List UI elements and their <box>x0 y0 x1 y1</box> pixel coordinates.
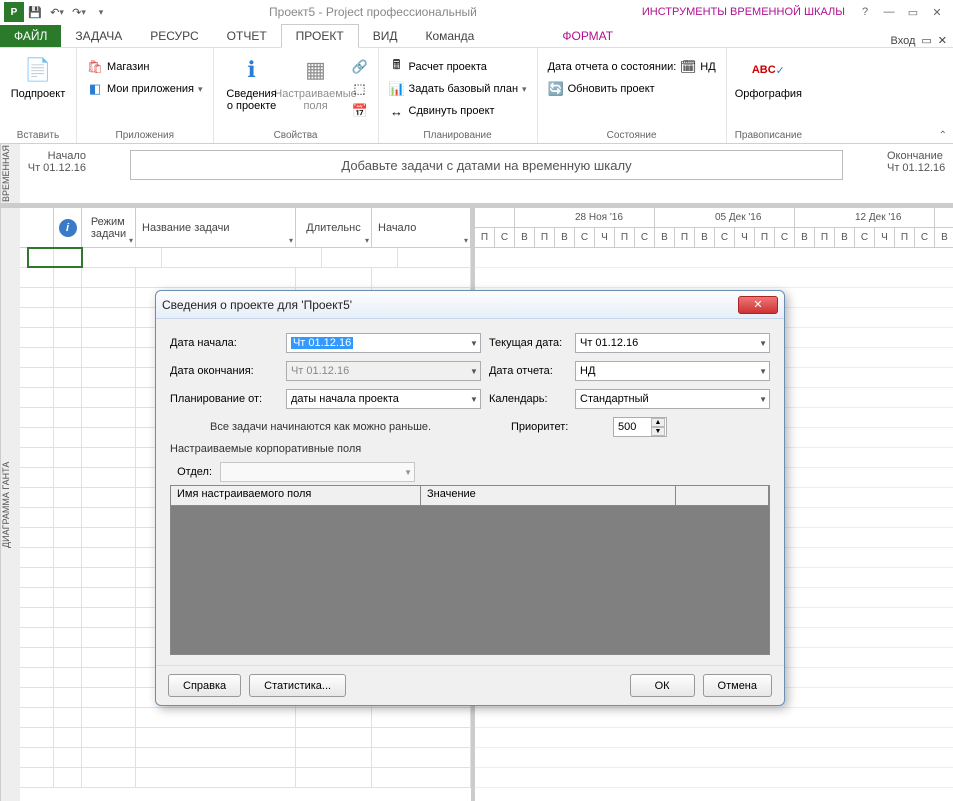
current-date-input[interactable]: Чт 01.12.16▼ <box>575 333 770 353</box>
table-col-name[interactable]: Имя настраиваемого поля <box>171 486 421 505</box>
dept-label: Отдел: <box>170 466 212 478</box>
finish-date-input: Чт 01.12.16▼ <box>286 361 481 381</box>
calendar-select[interactable]: Стандартный▼ <box>575 389 770 409</box>
status-date-label: Дата отчета: <box>489 365 567 377</box>
current-date-label: Текущая дата: <box>489 337 567 349</box>
table-col-value[interactable]: Значение <box>421 486 676 505</box>
cancel-button[interactable]: Отмена <box>703 674 772 697</box>
dialog-close-button[interactable]: ✕ <box>738 296 778 314</box>
start-date-label: Дата начала: <box>170 337 278 349</box>
start-date-input[interactable]: Чт 01.12.16▼ <box>286 333 481 353</box>
schedule-note: Все задачи начинаются как можно раньше. <box>170 417 503 437</box>
calendar-label: Календарь: <box>489 393 567 405</box>
custom-fields-table[interactable]: Имя настраиваемого поля Значение <box>170 485 770 655</box>
dept-select[interactable]: ▼ <box>220 462 415 482</box>
dialog-titlebar[interactable]: Сведения о проекте для 'Проект5' ✕ <box>156 291 784 319</box>
corp-fields-section: Настраиваемые корпоративные поля <box>170 443 770 455</box>
statistics-button[interactable]: Статистика... <box>249 674 346 697</box>
dialog-title: Сведения о проекте для 'Проект5' <box>162 298 352 312</box>
schedule-from-select[interactable]: даты начала проекта▼ <box>286 389 481 409</box>
finish-date-label: Дата окончания: <box>170 365 278 377</box>
schedule-from-label: Планирование от: <box>170 393 278 405</box>
status-date-input[interactable]: НД▼ <box>575 361 770 381</box>
priority-input[interactable]: 500▲▼ <box>613 417 667 437</box>
dialog-mask: Сведения о проекте для 'Проект5' ✕ Дата … <box>0 0 953 801</box>
project-info-dialog: Сведения о проекте для 'Проект5' ✕ Дата … <box>155 290 785 706</box>
ok-button[interactable]: ОК <box>630 674 695 697</box>
help-button[interactable]: Справка <box>168 674 241 697</box>
priority-label: Приоритет: <box>511 421 605 433</box>
